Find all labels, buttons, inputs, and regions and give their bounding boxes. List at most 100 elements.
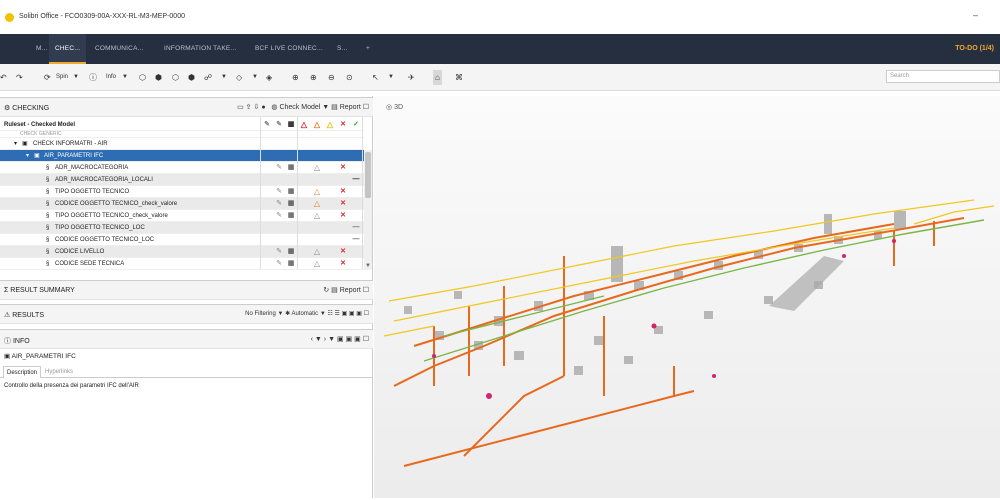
edit-icon[interactable]: ✎ — [273, 210, 285, 222]
tab-bcf-live-connector[interactable]: BCF LIVE CONNEC... — [255, 34, 323, 64]
tree-row-rule[interactable]: § TIPO OGGETTO TECNICO ✎ ▦ △ ✕ — [0, 186, 364, 198]
zoom-window-icon[interactable]: ⊙ — [346, 70, 353, 85]
maximize-panel-icon[interactable]: ☐ — [363, 287, 369, 294]
spin-dropdown-icon[interactable]: ▼ — [73, 70, 79, 85]
maximize-panel-icon[interactable]: ☐ — [363, 104, 369, 111]
search-input[interactable]: Search — [886, 70, 1000, 83]
3d-viewport[interactable] — [374, 96, 1000, 498]
scroll-down-icon[interactable]: ▼ — [365, 263, 371, 269]
check-model-dropdown-icon[interactable]: ▼ — [322, 104, 329, 111]
calculator-icon[interactable]: ▦ — [285, 210, 297, 222]
walk-icon[interactable]: ✈ — [408, 70, 415, 85]
tree-row-air-parametri[interactable]: ▾ ▣ AIR_PARAMETRI IFC — [0, 150, 364, 162]
zoom-in-icon[interactable]: ⊕ — [310, 70, 317, 85]
maximize-panel-icon[interactable]: ☐ — [363, 336, 369, 343]
upload-icon[interactable]: ⇪ — [246, 104, 252, 111]
layout-icon[interactable]: ▣ — [346, 336, 353, 343]
redo-icon[interactable]: ↷ — [16, 70, 23, 85]
pointer-tool-icon[interactable]: ↖ — [372, 70, 379, 85]
add-tab-button[interactable]: + — [366, 34, 370, 64]
history-dropdown-icon[interactable]: ▼ — [315, 336, 322, 343]
report-icon[interactable]: ▤ — [331, 104, 338, 111]
hide-icon[interactable]: ⬢ — [188, 70, 195, 85]
visibility-icon[interactable]: ⬡ — [172, 70, 179, 85]
tree-row-check-informatri[interactable]: ▾ ▣ CHECK INFORMATRI - AIR — [0, 138, 364, 150]
layout-icon[interactable]: ▣ — [354, 336, 361, 343]
check-model-icon[interactable]: ◍ — [271, 104, 277, 111]
zoom-out-icon[interactable]: ⊖ — [328, 70, 335, 85]
list-view-icon[interactable]: ☷ — [327, 311, 332, 317]
layout-icon[interactable]: ▣ — [349, 311, 355, 317]
tab-information-takeoff[interactable]: INFORMATION TAKE... — [164, 34, 236, 64]
info-dropdown-icon[interactable]: ▼ — [122, 70, 128, 85]
maximize-panel-icon[interactable]: ☐ — [364, 311, 369, 317]
edit-icon[interactable]: ✎ — [273, 186, 285, 198]
expand-icon[interactable]: ▾ — [26, 150, 29, 162]
spin-label[interactable]: Spin — [56, 70, 68, 85]
filter-dropdown-icon[interactable]: ▼ — [277, 311, 283, 317]
section-box-icon[interactable]: ◈ — [266, 70, 272, 85]
back-icon[interactable]: ‹ — [311, 336, 313, 343]
info-label[interactable]: Info — [106, 70, 116, 85]
todo-indicator[interactable]: TO-DO (1/4) — [955, 34, 994, 64]
automatic-select[interactable]: Automatic — [291, 311, 318, 317]
tab-s[interactable]: S... — [337, 34, 348, 64]
undo-icon[interactable]: ↶ — [0, 70, 7, 85]
download-icon[interactable]: ⇩ — [254, 104, 260, 111]
ruleset-row[interactable]: Ruleset - Checked Model ✎ ✎ ▦ △ △ △ ✕ ✓ — [0, 119, 364, 131]
checking-scrollbar[interactable] — [364, 150, 372, 270]
tab-hyperlinks[interactable]: Hyperlinks — [42, 366, 76, 378]
forward-dropdown-icon[interactable]: ▼ — [328, 336, 335, 343]
minimize-button[interactable]: – — [973, 10, 978, 20]
select-components-icon[interactable]: ⬡ — [139, 70, 146, 85]
isolate-icon[interactable]: ⬢ — [155, 70, 162, 85]
report-button[interactable]: Report — [340, 104, 361, 111]
cut-row[interactable]: CHECK GENERIC — [0, 131, 364, 138]
edit-icon[interactable]: ✎ — [273, 258, 285, 270]
transparency-dropdown-icon[interactable]: ▼ — [221, 70, 227, 85]
tree-row-rule[interactable]: § CODICE OGGETTO TECNICO_LOC — — [0, 234, 364, 246]
layout-icon[interactable]: ▣ — [337, 336, 344, 343]
transparency-icon[interactable]: ☍ — [204, 70, 212, 85]
tree-row-rule[interactable]: § CODICE LIVELLO ✎ ▦ △ ✕ — [0, 246, 364, 258]
layout-icon[interactable]: ▣ — [356, 311, 362, 317]
calculator-icon[interactable]: ▦ — [285, 162, 297, 174]
spin-icon[interactable]: ⟳ — [44, 70, 51, 85]
tab-communication[interactable]: COMMUNICA... — [95, 34, 144, 64]
refresh-icon[interactable]: ↻ — [323, 287, 329, 294]
open-ruleset-icon[interactable]: ▭ — [237, 104, 244, 111]
filter-select[interactable]: No Filtering — [245, 311, 276, 317]
zoom-fit-icon[interactable]: ⊕ — [292, 70, 299, 85]
check-model-button[interactable]: Check Model — [279, 104, 320, 111]
tree-row-rule[interactable]: § TIPO OGGETTO TECNICO_check_valore ✎ ▦ … — [0, 210, 364, 222]
automatic-dropdown-icon[interactable]: ▼ — [320, 311, 326, 317]
expand-icon[interactable]: ▾ — [14, 138, 17, 150]
tree-view-icon[interactable]: ☰ — [335, 311, 340, 317]
edit-icon[interactable]: ✎ — [273, 162, 285, 174]
pointer-dropdown-icon[interactable]: ▼ — [388, 70, 394, 85]
report-icon[interactable]: ▤ — [331, 287, 338, 294]
calculator-icon[interactable]: ▦ — [285, 186, 297, 198]
calculator-icon[interactable]: ▦ — [285, 198, 297, 210]
floor-plan-icon[interactable]: ⌂ — [433, 70, 442, 85]
calculator-icon[interactable]: ▦ — [285, 246, 297, 258]
map-icon[interactable]: ⌘ — [455, 70, 463, 85]
tree-row-rule[interactable]: § ADR_MACROCATEGORIA ✎ ▦ △ ✕ — [0, 162, 364, 174]
calculator-icon[interactable]: ▦ — [285, 258, 297, 270]
edit-icon[interactable]: ✎ — [273, 198, 285, 210]
model-render[interactable] — [374, 96, 1000, 498]
tree-row-rule[interactable]: § TIPO OGGETTO TECNICO_LOC — — [0, 222, 364, 234]
forward-icon[interactable]: › — [324, 336, 326, 343]
record-icon[interactable]: ● — [261, 104, 265, 111]
tab-checking[interactable]: CHEC... — [49, 34, 87, 64]
tree-row-rule[interactable]: § CODICE OGGETTO TECNICO_check_valore ✎ … — [0, 198, 364, 210]
tree-row-rule[interactable]: § CODICE SEDE TECNICA ✎ ▦ △ ✕ — [0, 258, 364, 270]
edit-icon[interactable]: ✎ — [273, 246, 285, 258]
tree-row-rule[interactable]: § ADR_MACROCATEGORIA_LOCALI — — [0, 174, 364, 186]
tab-description[interactable]: Description — [3, 366, 42, 378]
scrollbar-thumb[interactable] — [365, 152, 371, 198]
layout-icon[interactable]: ▣ — [342, 311, 348, 317]
view-dropdown-icon[interactable]: ▼ — [252, 70, 258, 85]
tab-model[interactable]: M... — [36, 34, 48, 64]
info-icon[interactable]: ⓘ — [89, 70, 97, 85]
